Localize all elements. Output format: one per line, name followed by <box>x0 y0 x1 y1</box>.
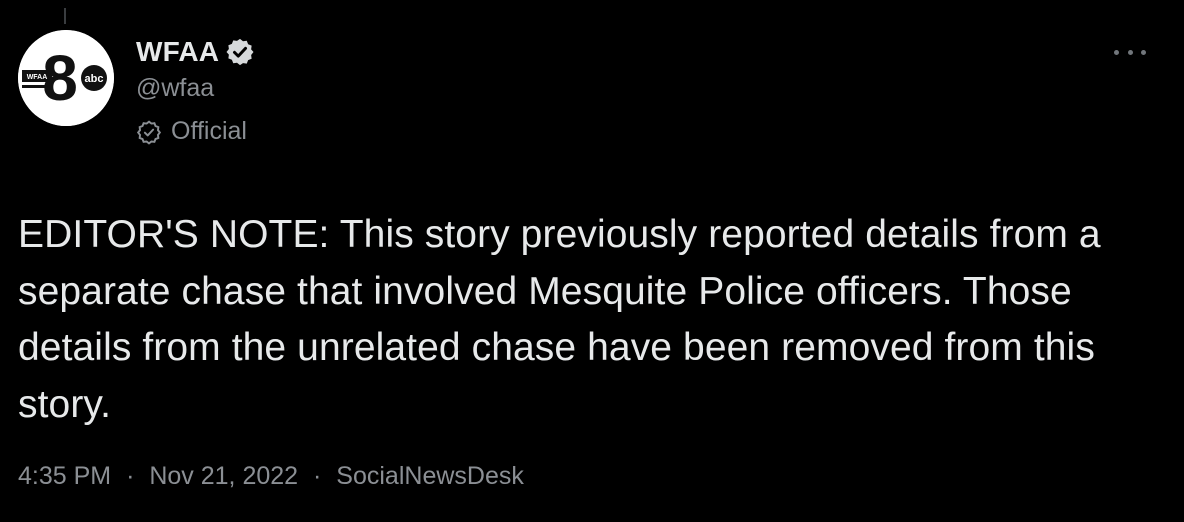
official-check-icon <box>136 119 162 145</box>
meta-separator: · <box>313 462 322 490</box>
display-name[interactable]: WFAA <box>136 36 219 68</box>
tweet: 8 WFAA abc WFAA @wfaa Official EDITOR'S … <box>0 0 1184 522</box>
tweet-header: WFAA @wfaa Official <box>136 34 255 146</box>
tweet-date[interactable]: Nov 21, 2022 <box>149 462 298 490</box>
svg-text:abc: abc <box>85 73 104 85</box>
more-dot <box>1114 49 1119 55</box>
more-options-icon[interactable] <box>1114 44 1146 60</box>
avatar[interactable]: 8 WFAA abc <box>18 30 114 126</box>
verified-badge-icon[interactable] <box>225 37 255 67</box>
user-handle[interactable]: @wfaa <box>136 74 255 103</box>
official-label-text: Official <box>171 117 247 145</box>
svg-text:WFAA: WFAA <box>27 74 48 81</box>
tweet-source[interactable]: SocialNewsDesk <box>336 462 524 490</box>
more-dot <box>1127 49 1133 55</box>
tweet-text: EDITOR'S NOTE: This story previously rep… <box>18 213 1101 426</box>
official-label: Official <box>136 117 255 146</box>
meta-separator: · <box>126 462 135 490</box>
wfaa-logo-icon: 8 WFAA abc <box>18 30 114 126</box>
more-dot <box>1141 49 1146 55</box>
tweet-time[interactable]: 4:35 PM <box>18 462 111 490</box>
name-row: WFAA <box>136 34 255 70</box>
tweet-metadata: 4:35 PM · Nov 21, 2022 · SocialNewsDesk <box>18 462 524 491</box>
